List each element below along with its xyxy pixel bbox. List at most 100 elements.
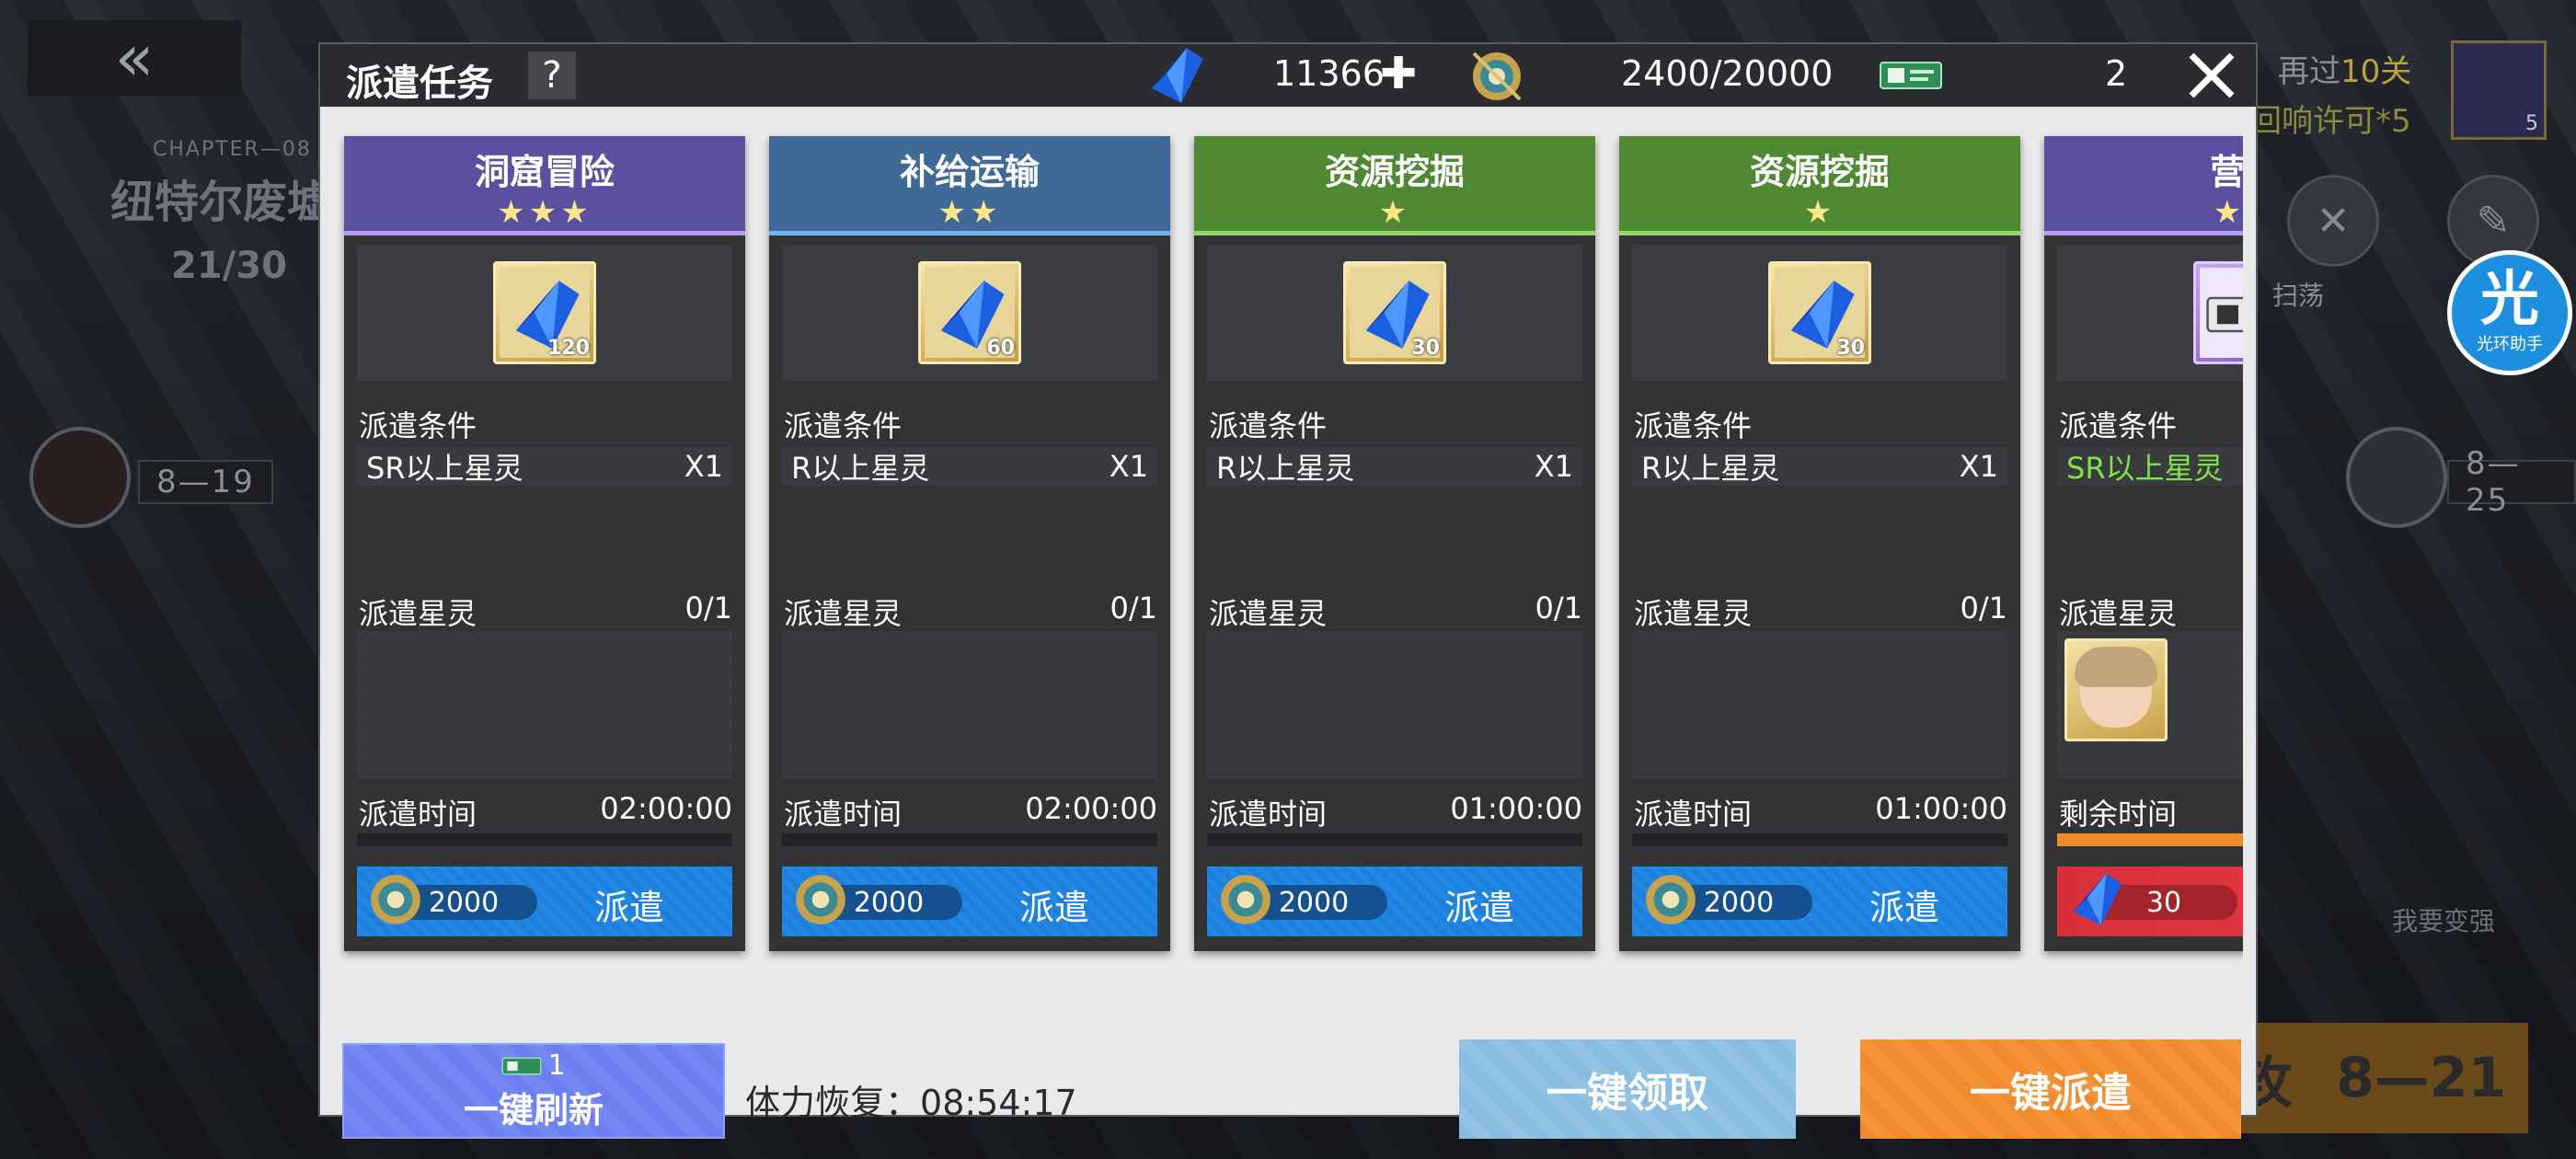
- dispatch-member-label: 派遣星灵: [784, 596, 903, 631]
- reward-quantity: 60: [986, 337, 1015, 360]
- blue-crystal-icon: [2073, 873, 2122, 926]
- claim-all-button[interactable]: 一键领取: [1459, 1039, 1796, 1139]
- reward-quantity: 120: [547, 337, 590, 360]
- character-avatar[interactable]: [2064, 638, 2168, 741]
- cost-value: 2000: [1278, 886, 1350, 919]
- become-stronger-label: 我要变强: [2392, 906, 2496, 936]
- dispatch-dialog: 派遣任务 ? 11366 ✚ 2400/20000 2 洞窟冒险 ★★★ 120…: [318, 42, 2258, 1139]
- dispatch-button[interactable]: 2000 派遣: [357, 866, 732, 936]
- member-slot[interactable]: [2057, 631, 2243, 778]
- task-card-header: 洞窟冒险 ★★★: [344, 136, 745, 235]
- checkpoint-label-left: 8—19: [138, 460, 273, 504]
- add-gems-button[interactable]: ✚: [1380, 48, 1417, 99]
- task-stars: ★: [1803, 194, 1836, 231]
- condition-row: SR以上星灵 X1: [357, 447, 732, 486]
- gear-coin-icon: [1221, 875, 1271, 924]
- remaining-time-label: 剩余时间: [2059, 797, 2178, 832]
- time-bar: [2057, 833, 2243, 846]
- pass-prefix: 再过: [2278, 53, 2340, 90]
- member-slot[interactable]: [1207, 631, 1582, 778]
- reward-box: 60: [782, 245, 1157, 381]
- task-card[interactable]: 资源挖掘 ★ 30 派遣条件 R以上星灵 X1 派遣星灵 0/1 派遣时间 01…: [1194, 136, 1595, 951]
- blue-crystal-icon: [1152, 48, 1203, 103]
- stage-progress: 21/30: [171, 245, 287, 287]
- pass-hint: 再过10关: [2278, 46, 2411, 91]
- refresh-label: 一键刷新: [463, 1090, 604, 1130]
- task-card[interactable]: 补给运输 ★★ 60 派遣条件 R以上星灵 X1 派遣星灵 0/1 派遣时间 0…: [769, 136, 1170, 951]
- reward-item[interactable]: 30: [1768, 261, 1871, 364]
- member-slot[interactable]: [357, 631, 732, 778]
- checkpoint-node-left[interactable]: [29, 427, 131, 528]
- task-card[interactable]: 资源挖掘 ★ 30 派遣条件 R以上星灵 X1 派遣星灵 0/1 派遣时间 01…: [1619, 136, 2020, 951]
- time-bar: [1207, 833, 1582, 846]
- help-button[interactable]: ?: [528, 52, 576, 99]
- task-name: 资源挖掘: [1324, 152, 1465, 192]
- ticket-icon: [502, 1057, 542, 1074]
- task-card[interactable]: 洞窟冒险 ★★★ 120 派遣条件 SR以上星灵 X1 派遣星灵 0/1 派遣时…: [344, 136, 745, 951]
- refresh-all-button[interactable]: 1 一键刷新: [342, 1043, 725, 1139]
- dispatch-time-value: 02:00:00: [1025, 791, 1157, 826]
- speedup-button[interactable]: 30: [2057, 866, 2243, 936]
- dialog-topbar: 派遣任务 ? 11366 ✚ 2400/20000 2: [320, 44, 2256, 107]
- refresh-cost-value: 1: [547, 1050, 566, 1082]
- task-stars: ★★: [937, 194, 1002, 231]
- task-card[interactable]: 营卫 ★★ 派遣条件 SR以上星灵 派遣星灵: [2044, 136, 2243, 951]
- task-name: 洞窟冒险: [474, 152, 615, 192]
- gear-coin-icon: [1472, 52, 1522, 101]
- stage-name: 纽特尔废墟: [110, 177, 332, 228]
- helper-floating-button[interactable]: 光 光环助手: [2447, 250, 2572, 375]
- time-bar: [1632, 833, 2007, 846]
- condition-label: 派遣条件: [359, 408, 477, 443]
- condition-count: X1: [684, 449, 723, 484]
- close-icon[interactable]: [2184, 48, 2239, 103]
- pass-reward: 回响许可*5: [2250, 103, 2411, 140]
- task-card-header: 资源挖掘 ★: [1194, 136, 1595, 235]
- condition-row: R以上星灵 X1: [1207, 447, 1582, 486]
- reward-quantity: 30: [1836, 337, 1865, 360]
- dispatch-time-value: 02:00:00: [600, 791, 732, 826]
- double-chevron-left-icon: «: [114, 20, 155, 96]
- gem-count: 11366: [1273, 53, 1385, 94]
- ticket-count: 2: [2105, 53, 2128, 94]
- condition-text: R以上星灵: [1216, 451, 1355, 486]
- member-slot[interactable]: [1632, 631, 2007, 778]
- stamina-label: 体力恢复：: [745, 1083, 921, 1123]
- condition-label: 派遣条件: [1209, 408, 1328, 443]
- dispatch-member-label: 派遣星灵: [1634, 596, 1753, 631]
- ticket-icon: [2206, 296, 2243, 333]
- checkpoint-label-right: 8—25: [2447, 445, 2576, 519]
- condition-label: 派遣条件: [1634, 408, 1753, 443]
- time-bar-fill: [2057, 833, 2243, 846]
- sweep-button[interactable]: ✕: [2287, 175, 2379, 267]
- condition-text: R以上星灵: [1641, 451, 1780, 486]
- dispatch-label: 派遣: [1444, 888, 1515, 928]
- task-cards-area: 洞窟冒险 ★★★ 120 派遣条件 SR以上星灵 X1 派遣星灵 0/1 派遣时…: [320, 107, 2243, 1017]
- dispatch-member-label: 派遣星灵: [1209, 596, 1328, 631]
- dispatch-button[interactable]: 2000 派遣: [782, 866, 1157, 936]
- coin-count: 2400/20000: [1621, 53, 1834, 94]
- dispatch-all-button[interactable]: 一键派遣: [1860, 1039, 2241, 1139]
- reward-item[interactable]: 120: [493, 261, 596, 364]
- member-count: 0/1: [684, 591, 733, 625]
- helper-icon: 光: [2480, 266, 2539, 334]
- member-count: 0/1: [1960, 591, 2008, 625]
- dispatch-label: 派遣: [1019, 888, 1090, 928]
- task-card-header: 资源挖掘 ★: [1619, 136, 2020, 235]
- reward-item[interactable]: [2193, 261, 2243, 364]
- reward-item[interactable]: 30: [1343, 261, 1446, 364]
- reward-item-card[interactable]: 5: [2451, 40, 2547, 140]
- dispatch-button[interactable]: 2000 派遣: [1632, 866, 2007, 936]
- condition-label: 派遣条件: [784, 408, 903, 443]
- dispatch-member-label: 派遣星灵: [2059, 596, 2178, 631]
- reward-item-qty: 5: [2525, 112, 2538, 135]
- condition-row: SR以上星灵: [2057, 447, 2243, 486]
- back-button[interactable]: «: [28, 20, 241, 96]
- condition-text: SR以上星灵: [366, 451, 523, 486]
- reward-item[interactable]: 60: [918, 261, 1021, 364]
- checkpoint-node-right[interactable]: [2346, 427, 2447, 528]
- dispatch-button[interactable]: 2000 派遣: [1207, 866, 1582, 936]
- sweep-label: 扫荡: [2272, 281, 2325, 311]
- member-slot[interactable]: [782, 631, 1157, 778]
- condition-count: X1: [1959, 449, 1998, 484]
- pass-count: 10关: [2340, 53, 2412, 90]
